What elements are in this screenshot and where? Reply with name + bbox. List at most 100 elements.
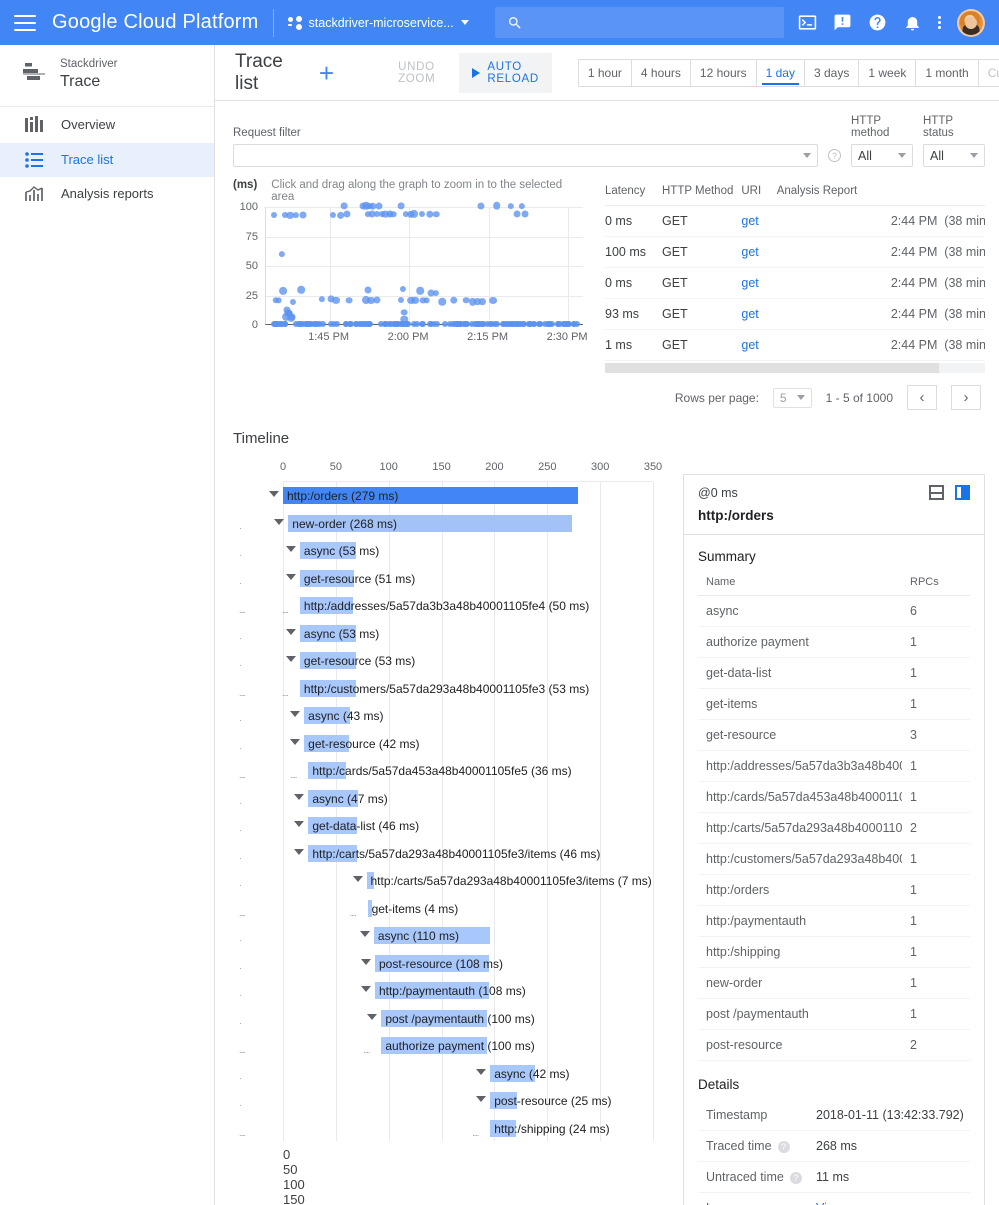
- expand-collapse-icon[interactable]: [360, 931, 370, 937]
- http-status-select[interactable]: All: [923, 144, 985, 167]
- chart-point[interactable]: [366, 321, 372, 327]
- chart-point[interactable]: [431, 321, 437, 327]
- cell-uri-link[interactable]: get: [741, 206, 776, 237]
- http-method-select[interactable]: All: [851, 144, 913, 167]
- sidebar-item-trace-list[interactable]: Trace list: [0, 143, 214, 177]
- timeline-span-row[interactable]: async (110 ms) ·: [283, 922, 653, 950]
- chart-point[interactable]: [442, 321, 448, 327]
- chart-point[interactable]: [344, 211, 351, 218]
- timeline-span-bar[interactable]: [308, 762, 346, 779]
- timeline-span-bar[interactable]: [381, 1037, 487, 1054]
- table-horizontal-scrollbar[interactable]: [605, 363, 985, 373]
- chart-point[interactable]: [420, 321, 426, 327]
- timeline-span-row[interactable]: get-data-list (46 ms) ·: [283, 812, 653, 840]
- chart-point[interactable]: [563, 321, 569, 327]
- chart-point[interactable]: [450, 297, 457, 304]
- chart-point[interactable]: [383, 321, 389, 327]
- timeline-span-row[interactable]: http:/customers/5a57da293a48b40001105fe3…: [283, 675, 653, 703]
- chart-point[interactable]: [317, 321, 323, 327]
- range-custom[interactable]: Custom: [979, 59, 999, 87]
- expand-collapse-icon[interactable]: [286, 656, 296, 662]
- help-icon[interactable]: [868, 13, 887, 32]
- more-vert-icon[interactable]: [938, 16, 941, 29]
- timeline-span-bar[interactable]: [288, 515, 571, 532]
- timeline-span-row[interactable]: http:/carts/5a57da293a48b40001105fe3/ite…: [283, 840, 653, 868]
- col-latency[interactable]: Latency: [605, 179, 662, 206]
- chart-point[interactable]: [293, 321, 299, 327]
- chart-point[interactable]: [545, 321, 551, 327]
- range-3-days[interactable]: 3 days: [805, 59, 859, 87]
- chart-point[interactable]: [518, 321, 524, 327]
- timeline-span-row[interactable]: async (43 ms) ·: [283, 702, 653, 730]
- col-analysis-report[interactable]: Analysis Report: [777, 179, 891, 206]
- chart-point[interactable]: [489, 296, 497, 304]
- expand-collapse-icon[interactable]: [353, 876, 363, 882]
- timeline-span-row[interactable]: post-resource (108 ms) ·: [283, 950, 653, 978]
- timeline-span-row[interactable]: http:/orders (279 ms): [283, 482, 653, 510]
- expand-collapse-icon[interactable]: [269, 491, 279, 497]
- chart-point[interactable]: [526, 321, 532, 327]
- table-row[interactable]: 1 msGETget2:44 PM (38 minutes ag: [605, 330, 985, 361]
- request-filter-input[interactable]: [233, 144, 818, 167]
- timeline-span-bar[interactable]: [375, 955, 489, 972]
- chart-point[interactable]: [489, 321, 495, 327]
- cell-uri-link[interactable]: get: [741, 299, 776, 330]
- notifications-icon[interactable]: [903, 13, 922, 32]
- timeline-span-row[interactable]: async (53 ms) ·: [283, 620, 653, 648]
- scrollbar-thumb[interactable]: [605, 363, 939, 373]
- chart-point[interactable]: [279, 251, 285, 257]
- expand-collapse-icon[interactable]: [294, 794, 304, 800]
- chart-point[interactable]: [503, 321, 509, 327]
- timeline-span-bar[interactable]: [300, 680, 356, 697]
- search-input[interactable]: [495, 7, 784, 38]
- undo-zoom-button[interactable]: UNDO ZOOM: [398, 61, 435, 85]
- timeline-span-row[interactable]: get-resource (51 ms) ·: [283, 565, 653, 593]
- chart-point[interactable]: [347, 321, 353, 327]
- timeline-span-bar[interactable]: [304, 735, 348, 752]
- timeline-span-row[interactable]: post /paymentauth (100 ms) ·: [283, 1005, 653, 1033]
- timeline-span-row[interactable]: http:/cards/5a57da453a48b40001105fe5 (36…: [283, 757, 653, 785]
- chart-point[interactable]: [280, 287, 288, 295]
- chart-point[interactable]: [555, 321, 561, 327]
- timeline-span-row[interactable]: post-resource (25 ms) ·: [283, 1087, 653, 1115]
- timeline-span-bar[interactable]: [300, 652, 356, 669]
- chart-point[interactable]: [414, 321, 420, 327]
- chart-point[interactable]: [288, 313, 295, 320]
- cell-uri-link[interactable]: get: [741, 237, 776, 268]
- project-selector[interactable]: stackdriver-microservice...: [288, 16, 469, 30]
- expand-collapse-icon[interactable]: [361, 986, 371, 992]
- range-1-month[interactable]: 1 month: [916, 59, 978, 87]
- timeline-span-bar[interactable]: [490, 1065, 534, 1082]
- feedback-icon[interactable]: [833, 13, 852, 32]
- chart-point[interactable]: [345, 297, 352, 304]
- chart-point[interactable]: [508, 203, 514, 209]
- auto-reload-button[interactable]: AUTO RELOAD: [459, 53, 552, 93]
- timeline-span-bar[interactable]: [368, 900, 372, 917]
- chart-point[interactable]: [364, 286, 371, 293]
- chart-point[interactable]: [375, 202, 382, 209]
- next-page-button[interactable]: ›: [951, 385, 981, 410]
- range-1-hour[interactable]: 1 hour: [578, 59, 632, 87]
- chart-plot-area[interactable]: 0 25 50 75 100 1:45 PM 2:00 PM 2:15 PM 2:30 PM: [233, 207, 583, 347]
- expand-collapse-icon[interactable]: [361, 959, 371, 965]
- chart-point[interactable]: [410, 210, 418, 218]
- chart-point[interactable]: [330, 212, 336, 218]
- timeline-span-bar[interactable]: [308, 790, 358, 807]
- chart-point[interactable]: [574, 321, 580, 327]
- rows-per-page-select[interactable]: 5: [773, 388, 812, 408]
- cell-uri-link[interactable]: get: [741, 330, 776, 361]
- col-time[interactable]: Ti: [891, 179, 985, 206]
- chart-point[interactable]: [398, 203, 405, 210]
- timeline-span-bar[interactable]: [300, 597, 353, 614]
- chart-point[interactable]: [452, 321, 458, 327]
- chart-point[interactable]: [479, 298, 485, 304]
- chart-point[interactable]: [398, 297, 404, 303]
- range-1-day[interactable]: 1 day: [757, 59, 805, 87]
- chart-point[interactable]: [428, 290, 435, 297]
- chart-point[interactable]: [374, 297, 381, 304]
- chart-point[interactable]: [522, 211, 529, 218]
- expand-collapse-icon[interactable]: [274, 519, 284, 525]
- timeline-span-row[interactable]: http:/carts/5a57da293a48b40001105fe3/ite…: [283, 867, 653, 895]
- chart-point[interactable]: [513, 321, 519, 327]
- chart-point[interactable]: [519, 203, 525, 209]
